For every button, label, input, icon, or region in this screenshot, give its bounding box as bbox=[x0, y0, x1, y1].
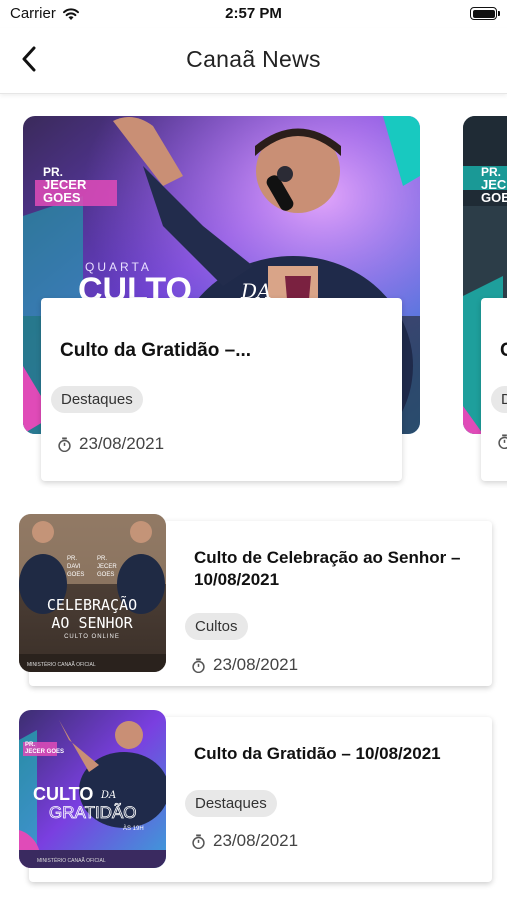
list-item-title[interactable]: Culto de Celebração ao Senhor – 10/08/20… bbox=[194, 547, 494, 591]
list-item-date: 23/08/2021 bbox=[191, 655, 298, 675]
svg-text:JECER GOES: JECER GOES bbox=[25, 749, 64, 755]
featured-date: 23/08/2021 bbox=[57, 434, 164, 454]
svg-text:MINISTÉRIO CANAÃ OFICIAL: MINISTÉRIO CANAÃ OFICIAL bbox=[37, 857, 106, 864]
page-title: Canaã News bbox=[186, 46, 321, 72]
app-header: Canaã News bbox=[0, 28, 507, 94]
list-item[interactable]: Culto de Celebração ao Senhor – 10/08/20… bbox=[19, 514, 493, 686]
svg-text:GOES: GOES bbox=[481, 190, 507, 205]
svg-text:GRATIDÃO: GRATIDÃO bbox=[49, 803, 137, 822]
stopwatch-icon bbox=[192, 833, 205, 849]
featured-info-card[interactable]: C D bbox=[481, 298, 507, 481]
date-label: 23/08/2021 bbox=[213, 655, 299, 674]
svg-text:DAVI: DAVI bbox=[67, 564, 81, 570]
category-chip[interactable]: Cultos bbox=[185, 613, 248, 640]
status-time: 2:57 PM bbox=[225, 5, 282, 22]
stopwatch-icon bbox=[58, 436, 71, 452]
svg-text:CELEBRAÇÃO: CELEBRAÇÃO bbox=[47, 595, 137, 614]
featured-card[interactable]: PR. JECER GOES C D bbox=[463, 116, 507, 488]
svg-text:DA: DA bbox=[100, 790, 116, 801]
list-item-thumbnail: PR. JECER GOES CULTO DA GRATIDÃO ÀS 19H … bbox=[19, 710, 166, 868]
svg-text:GOES: GOES bbox=[67, 572, 84, 578]
list-item-thumbnail: PR. DAVI GOES PR. JECER GOES CELEBRAÇÃO … bbox=[19, 514, 166, 672]
date-label: 23/08/2021 bbox=[79, 434, 165, 453]
featured-carousel[interactable]: PR. JECER GOES QUARTA CULTO DA Culto da … bbox=[0, 116, 507, 488]
svg-text:GOES: GOES bbox=[43, 190, 81, 205]
svg-text:PR.: PR. bbox=[97, 556, 107, 562]
list-item[interactable]: Culto da Gratidão – 10/08/2021 Destaques… bbox=[19, 710, 493, 882]
category-chip[interactable]: Destaques bbox=[185, 790, 277, 817]
battery-icon bbox=[470, 7, 500, 20]
list-item-date: 23/08/2021 bbox=[191, 831, 298, 851]
stopwatch-icon bbox=[192, 657, 205, 673]
svg-text:PR.: PR. bbox=[25, 742, 35, 748]
status-bar: Carrier 2:57 PM bbox=[0, 0, 507, 28]
featured-title[interactable]: Culto da Gratidão –... bbox=[60, 340, 251, 362]
list-item-title[interactable]: Culto da Gratidão – 10/08/2021 bbox=[194, 743, 494, 765]
category-chip[interactable]: Destaques bbox=[51, 386, 143, 413]
svg-text:AO SENHOR: AO SENHOR bbox=[51, 614, 133, 632]
category-chip[interactable]: D bbox=[491, 386, 507, 413]
featured-date bbox=[497, 434, 507, 449]
svg-text:CULTO: CULTO bbox=[33, 784, 93, 804]
featured-info-card[interactable]: Culto da Gratidão –... Destaques 23/08/2… bbox=[41, 298, 402, 481]
featured-title[interactable]: C bbox=[500, 340, 507, 362]
date-label: 23/08/2021 bbox=[213, 831, 299, 850]
svg-text:CULTO ONLINE: CULTO ONLINE bbox=[64, 634, 120, 640]
featured-card[interactable]: PR. JECER GOES QUARTA CULTO DA Culto da … bbox=[23, 116, 420, 488]
svg-text:MINISTÉRIO CANAÃ OFICIAL: MINISTÉRIO CANAÃ OFICIAL bbox=[27, 661, 96, 668]
svg-text:PR.: PR. bbox=[67, 556, 77, 562]
stopwatch-icon bbox=[498, 434, 507, 449]
svg-text:GOES: GOES bbox=[97, 572, 114, 578]
svg-text:ÀS 19H: ÀS 19H bbox=[123, 825, 144, 832]
svg-text:JECER: JECER bbox=[97, 564, 117, 570]
